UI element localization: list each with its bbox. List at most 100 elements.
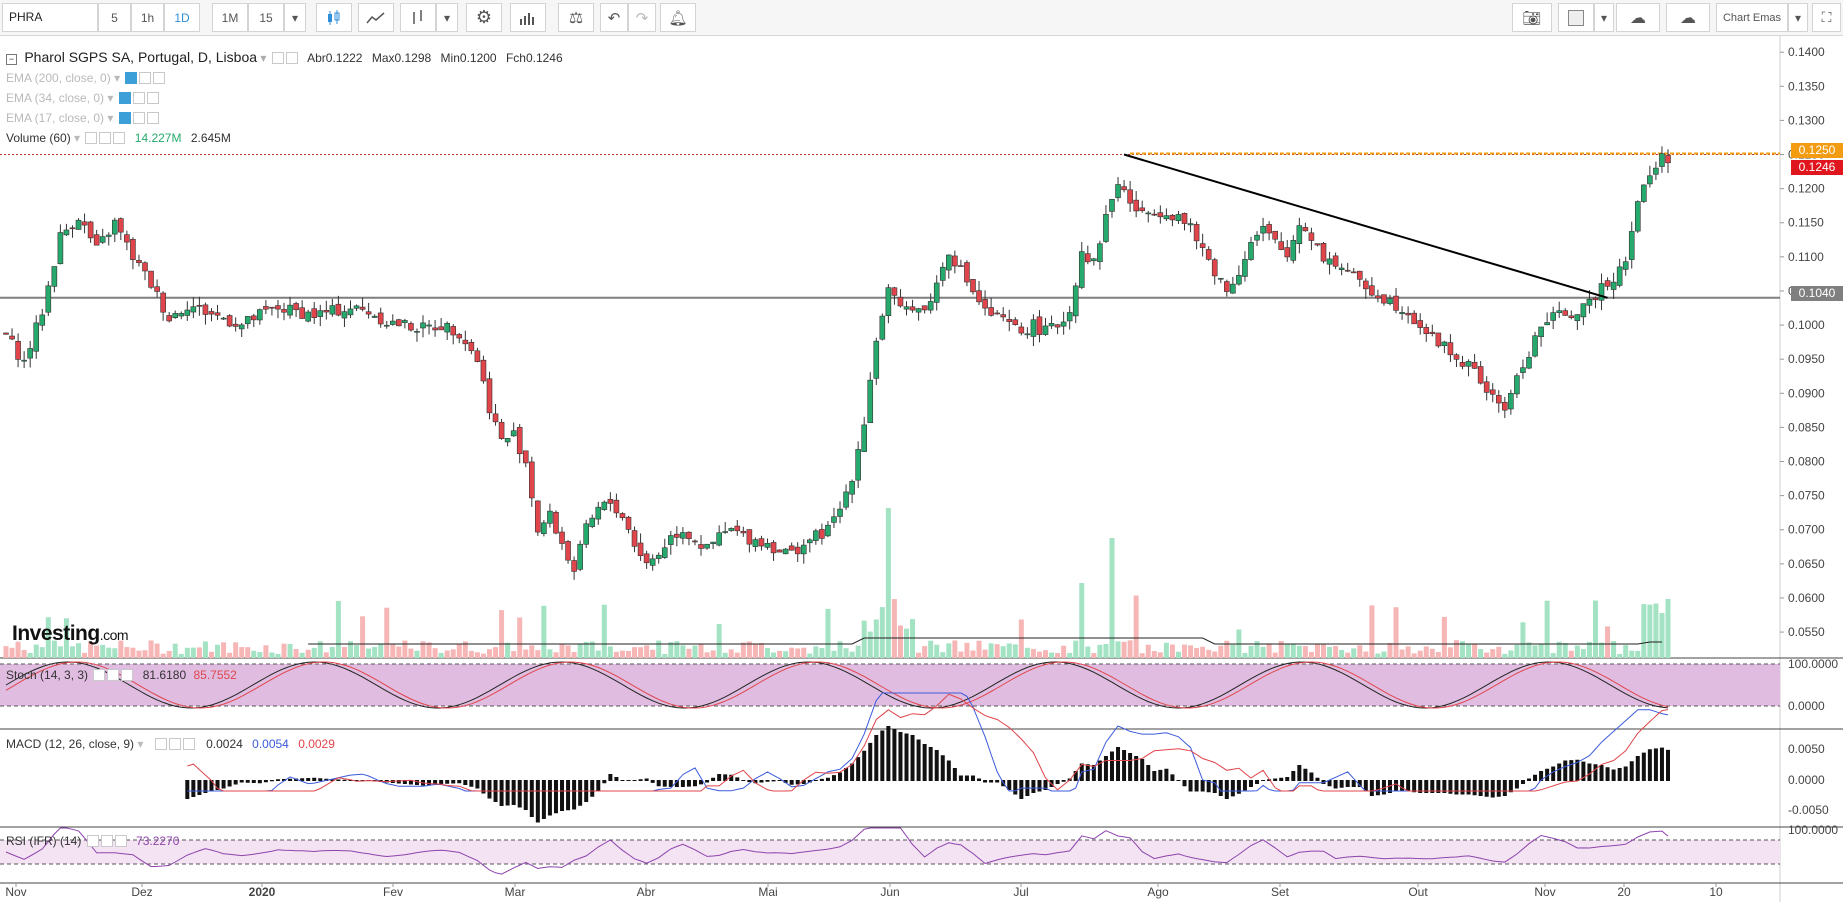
settings-icon[interactable] bbox=[107, 669, 120, 681]
snapshot-button[interactable]: 📷︎ bbox=[1512, 3, 1552, 32]
cloud-save-button[interactable]: ☁ bbox=[1666, 3, 1710, 32]
candles-button[interactable] bbox=[316, 3, 352, 32]
volume-bar bbox=[722, 652, 728, 658]
candle-body bbox=[1399, 312, 1405, 315]
candle-body bbox=[263, 306, 269, 310]
settings-button[interactable]: ⚙ bbox=[466, 3, 502, 32]
volume-bar bbox=[1224, 640, 1230, 658]
volume-bar bbox=[710, 650, 716, 658]
volume-bar bbox=[112, 648, 118, 658]
collapse-icon[interactable]: − bbox=[6, 54, 17, 65]
cloud-load-button[interactable]: ☁ bbox=[1616, 3, 1660, 32]
volume-bar bbox=[1169, 644, 1175, 658]
macd-histogram-bar bbox=[880, 730, 885, 781]
interval-dropdown[interactable]: ▾ bbox=[284, 3, 306, 32]
close-icon[interactable] bbox=[182, 738, 195, 750]
volume-bar bbox=[1163, 642, 1169, 658]
candle-body bbox=[855, 449, 861, 481]
eye-icon[interactable] bbox=[154, 738, 167, 750]
volume-bar bbox=[275, 653, 281, 658]
time-axis-label: 2020 bbox=[249, 885, 276, 899]
template-button[interactable]: Chart Emas bbox=[1716, 3, 1788, 32]
eye-icon[interactable] bbox=[118, 112, 131, 124]
redo-button[interactable]: ↷ bbox=[628, 3, 656, 32]
volume-bar bbox=[734, 652, 740, 658]
volume-bar bbox=[1006, 643, 1012, 658]
candle-body bbox=[510, 430, 517, 437]
template-dropdown[interactable]: ▾ bbox=[1788, 3, 1808, 32]
interval-1d[interactable]: 1D bbox=[164, 3, 200, 32]
macd-histogram-bar bbox=[1109, 751, 1114, 781]
close-icon[interactable] bbox=[146, 112, 159, 124]
candle-body bbox=[1411, 312, 1417, 325]
settings-icon[interactable] bbox=[168, 738, 181, 750]
candle-body bbox=[577, 543, 583, 570]
chevron-down-icon[interactable]: ▾ bbox=[137, 737, 143, 751]
settings-icon[interactable] bbox=[132, 112, 145, 124]
symbol-input[interactable]: PHRA bbox=[2, 3, 98, 32]
compare-dropdown[interactable]: ▾ bbox=[436, 3, 458, 32]
macd-histogram-bar bbox=[602, 780, 607, 784]
volume-bar bbox=[1067, 652, 1073, 658]
chevron-down-icon: ▾ bbox=[1794, 10, 1802, 25]
stoch-d-value: 85.7552 bbox=[193, 668, 237, 682]
volume-bar bbox=[1157, 652, 1163, 658]
compare-button[interactable] bbox=[400, 3, 436, 32]
interval-5[interactable]: 5 bbox=[98, 3, 131, 32]
settings-icon[interactable] bbox=[285, 52, 298, 64]
close-icon[interactable] bbox=[121, 669, 134, 681]
settings-icon[interactable] bbox=[271, 52, 284, 64]
eye-icon[interactable] bbox=[86, 835, 99, 847]
volume-bar bbox=[1466, 644, 1472, 658]
settings-icon[interactable] bbox=[99, 132, 112, 144]
volume-bar bbox=[1399, 649, 1405, 658]
close-icon[interactable] bbox=[146, 92, 159, 104]
candle-body bbox=[637, 542, 644, 556]
volume-bar bbox=[1339, 649, 1345, 658]
volume-button[interactable] bbox=[510, 3, 546, 32]
balance-button[interactable]: ⚖ bbox=[558, 3, 594, 32]
settings-icon[interactable] bbox=[132, 92, 145, 104]
eye-icon[interactable] bbox=[93, 669, 106, 681]
volume-bar bbox=[1182, 644, 1188, 658]
color-button[interactable] bbox=[1558, 3, 1594, 32]
undo-button[interactable]: ↶ bbox=[600, 3, 628, 32]
chevron-down-icon: ▾ bbox=[443, 10, 451, 25]
interval-1h[interactable]: 1h bbox=[131, 3, 164, 32]
macd-histogram-bar bbox=[632, 780, 637, 781]
interval-15[interactable]: 15 bbox=[248, 3, 284, 32]
color-dropdown[interactable]: ▾ bbox=[1594, 3, 1614, 32]
close-icon[interactable] bbox=[113, 132, 126, 144]
chevron-down-icon[interactable]: ▾ bbox=[114, 71, 120, 85]
macd-histogram-bar bbox=[705, 780, 710, 783]
close-icon[interactable] bbox=[114, 835, 127, 847]
volume-bar bbox=[952, 640, 958, 658]
interval-1m[interactable]: 1M bbox=[212, 3, 248, 32]
macd-histogram-bar bbox=[1599, 765, 1604, 781]
volume-bar bbox=[1049, 652, 1055, 658]
indicators-button[interactable] bbox=[358, 3, 394, 32]
settings-icon[interactable] bbox=[100, 835, 113, 847]
eye-icon[interactable] bbox=[118, 92, 131, 104]
chart-canvas[interactable]: 0.1400 0.1350 0.1300 0.1250 0.1200 0.1150 0.11… bbox=[0, 36, 1843, 902]
volume-bar bbox=[1272, 652, 1278, 658]
price-tick-label: 0.0550 bbox=[1788, 625, 1825, 639]
candle-body bbox=[238, 324, 245, 330]
macd-histogram-bar bbox=[1502, 780, 1507, 796]
logo-brand: Investing bbox=[12, 622, 100, 645]
candle-body bbox=[1495, 395, 1502, 404]
eye-icon[interactable] bbox=[85, 132, 98, 144]
candle-body bbox=[504, 438, 511, 443]
chevron-down-icon[interactable]: ▾ bbox=[107, 111, 113, 125]
gear-icon: ⚙ bbox=[475, 7, 493, 27]
macd-histogram-bar bbox=[934, 750, 939, 781]
chevron-down-icon[interactable]: ▾ bbox=[74, 131, 80, 145]
fullscreen-button[interactable]: ⛶ bbox=[1812, 3, 1841, 32]
volume-bar bbox=[1647, 604, 1653, 658]
settings-icon[interactable] bbox=[139, 72, 152, 84]
eye-icon[interactable] bbox=[125, 72, 138, 84]
chevron-down-icon[interactable]: ▾ bbox=[107, 91, 113, 105]
alert-button[interactable]: 🔔︎ bbox=[660, 3, 696, 32]
close-icon[interactable] bbox=[153, 72, 166, 84]
chevron-down-icon[interactable]: ▾ bbox=[260, 51, 266, 65]
